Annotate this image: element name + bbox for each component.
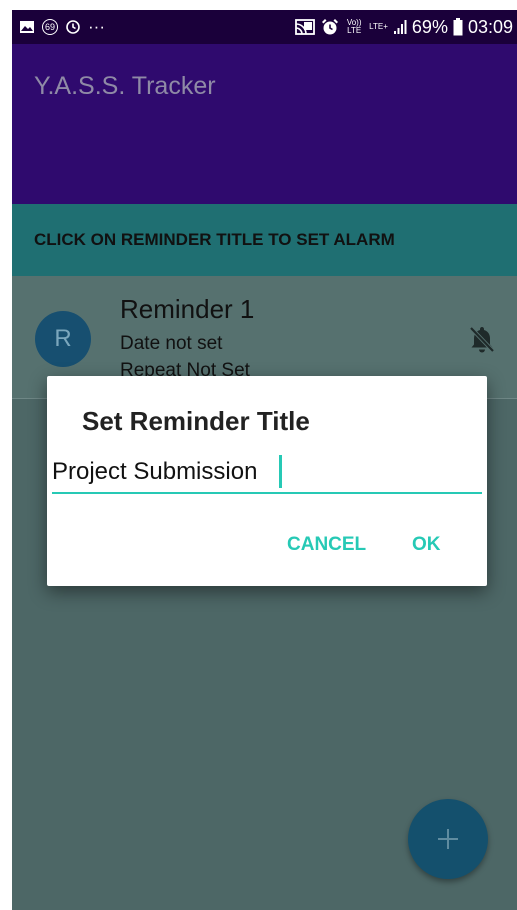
overflow-dots: ···: [88, 17, 105, 36]
avatar: R: [35, 311, 91, 367]
status-left-group: 69 ···: [12, 17, 105, 37]
battery-icon: [453, 18, 463, 36]
ok-button[interactable]: OK: [400, 528, 453, 562]
cast-icon: [294, 18, 316, 36]
lte-label: LTE+: [369, 22, 388, 31]
plus-icon: [438, 829, 458, 849]
status-bar: 69 ··· Vo)) LTE LTE+ 69% 03:09: [12, 10, 517, 44]
history-icon: [65, 19, 81, 35]
reminder-title-input[interactable]: [52, 452, 482, 494]
text-cursor: [279, 455, 282, 488]
cancel-button[interactable]: CANCEL: [275, 528, 378, 562]
banner-text: CLICK ON REMINDER TITLE TO SET ALARM: [34, 230, 395, 249]
battery-percent: 69%: [411, 16, 448, 37]
phone-screen: 69 ··· Vo)) LTE LTE+ 69% 03:09 Y.A.S.S. …: [12, 10, 517, 910]
alarm-icon: [321, 18, 339, 36]
app-bar: Y.A.S.S. Tracker: [12, 44, 517, 204]
reminder-date: Date not set: [120, 333, 223, 354]
notification-count-icon: 69: [42, 19, 58, 35]
app-title: Y.A.S.S. Tracker: [34, 72, 216, 100]
avatar-letter: R: [54, 325, 72, 352]
dialog-title: Set Reminder Title: [82, 406, 310, 436]
notification-count: 69: [44, 22, 55, 32]
bell-off-icon[interactable]: [466, 323, 498, 355]
reminder-title[interactable]: Reminder 1: [120, 294, 254, 325]
set-title-dialog: Set Reminder Title CANCEL OK: [47, 376, 487, 586]
gallery-icon: [19, 19, 35, 35]
status-right-group: Vo)) LTE LTE+ 69% 03:09: [294, 17, 517, 38]
status-time: 03:09: [467, 16, 513, 37]
signal-icon: [393, 19, 407, 35]
volte-label: Vo)) LTE: [346, 18, 362, 35]
add-reminder-button[interactable]: +: [408, 799, 488, 879]
instruction-banner: CLICK ON REMINDER TITLE TO SET ALARM: [12, 204, 517, 276]
